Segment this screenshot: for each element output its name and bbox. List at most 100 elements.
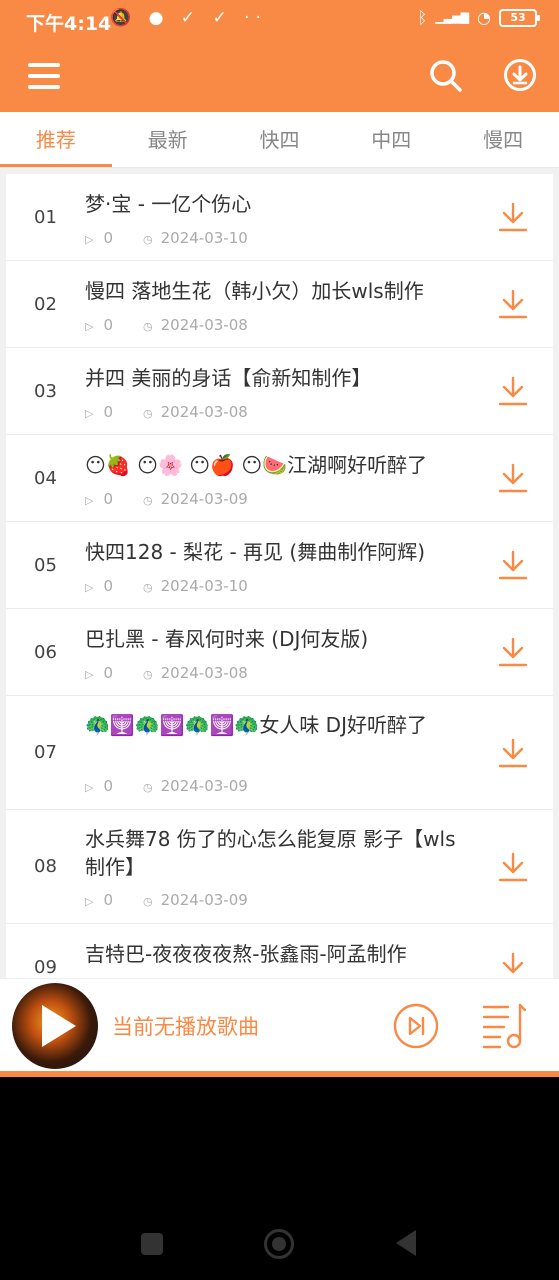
song-title: 吉特巴-夜夜夜夜熬-张鑫雨-阿孟制作 [85, 942, 407, 966]
play-count-icon: ▷ [85, 407, 94, 420]
song-meta: ▷ 0 ◷ 2024-03-08 [85, 316, 248, 334]
play-count-icon: ▷ [85, 494, 94, 507]
album-art[interactable] [12, 983, 98, 1069]
song-title: 并四 美丽的身话【俞新知制作】 [85, 366, 372, 390]
song-date: 2024-03-09 [160, 891, 248, 909]
clock-icon: ◷ [143, 581, 153, 594]
notification-icons: 🔕 ● ✓ ✓ ·· [110, 8, 267, 28]
play-count: 0 [103, 229, 114, 247]
clock-icon: ◷ [143, 233, 153, 246]
play-icon[interactable] [42, 1005, 76, 1047]
song-title: 梦·宝 - 一亿个伤心 [85, 192, 252, 216]
system-icons: ᛒ ▁▃▅▇ ◔ 53 [417, 8, 540, 27]
song-row[interactable]: 07 🦚🕎🦚🕎🦚🕎🦚女人味 DJ好听醉了 ▷ 0 ◷ 2024-03-09 [6, 696, 553, 810]
song-date: 2024-03-09 [160, 777, 248, 795]
menu-icon[interactable] [28, 63, 60, 89]
song-meta: ▷ 0 ◷ 2024-03-10 [85, 229, 248, 247]
back-icon[interactable] [396, 1230, 416, 1256]
song-meta: ▷ 0 ◷ 2024-03-09 [85, 490, 248, 508]
download-icon[interactable] [497, 549, 529, 581]
song-index: 09 [34, 957, 57, 978]
tab-latest[interactable]: 最新 [112, 112, 224, 167]
wifi-icon: ◔ [477, 8, 491, 27]
song-meta: ▷ 0 ◷ 2024-03-08 [85, 403, 248, 421]
mini-player: 当前无播放歌曲 [0, 978, 559, 1071]
song-date: 2024-03-08 [160, 316, 248, 334]
play-count: 0 [103, 316, 114, 334]
download-icon[interactable] [497, 737, 529, 769]
status-time: 下午4:14 [26, 13, 112, 35]
tab-recommended[interactable]: 推荐 [0, 112, 112, 167]
download-icon[interactable] [497, 462, 529, 494]
tab-slow-four[interactable]: 慢四 [447, 112, 559, 167]
skip-next-icon[interactable] [393, 1003, 439, 1049]
song-index: 01 [34, 207, 57, 228]
song-index: 04 [34, 468, 57, 489]
song-meta: ▷ 0 ◷ 2024-03-09 [85, 891, 248, 909]
song-date: 2024-03-10 [160, 577, 248, 595]
song-row[interactable]: 03 并四 美丽的身话【俞新知制作】 ▷ 0 ◷ 2024-03-08 [6, 348, 553, 435]
song-row[interactable]: 09 吉特巴-夜夜夜夜熬-张鑫雨-阿孟制作 [6, 924, 553, 978]
song-index: 08 [34, 856, 57, 877]
song-index: 07 [34, 742, 57, 763]
song-row[interactable]: 08 水兵舞78 伤了的心怎么能复原 影子【wls制作】 ▷ 0 ◷ 2024-03-… [6, 810, 553, 924]
play-count-icon: ▷ [85, 895, 94, 908]
song-meta: ▷ 0 ◷ 2024-03-09 [85, 777, 248, 795]
top-bar: 下午4:14 🔕 ● ✓ ✓ ·· ᛒ ▁▃▅▇ ◔ 53 [0, 0, 559, 112]
clock-icon: ◷ [143, 320, 153, 333]
download-icon[interactable] [497, 201, 529, 233]
play-count-icon: ▷ [85, 233, 94, 246]
player-accent-line [0, 1071, 559, 1077]
status-bar: 下午4:14 🔕 ● ✓ ✓ ·· ᛒ ▁▃▅▇ ◔ 53 [0, 0, 559, 40]
recent-apps-icon[interactable] [141, 1233, 163, 1255]
play-count-icon: ▷ [85, 668, 94, 681]
category-tabs: 推荐 最新 快四 中四 慢四 [0, 112, 559, 168]
song-row[interactable]: 05 快四128 - 梨花 - 再见 (舞曲制作阿辉) ▷ 0 ◷ 2024-03-1… [6, 522, 553, 609]
play-count: 0 [103, 403, 114, 421]
clock-icon: ◷ [143, 407, 153, 420]
download-icon[interactable] [497, 636, 529, 668]
clock-icon: ◷ [143, 895, 153, 908]
song-date: 2024-03-08 [160, 403, 248, 421]
signal-icon: ▁▃▅▇ [435, 11, 470, 24]
song-list-card: 01 梦·宝 - 一亿个伤心 ▷ 0 ◷ 2024-03-10 02 慢四 落地生花（… [6, 174, 553, 978]
battery-icon: 53 [499, 8, 540, 27]
song-row[interactable]: 01 梦·宝 - 一亿个伤心 ▷ 0 ◷ 2024-03-10 [6, 174, 553, 261]
song-list[interactable]: 01 梦·宝 - 一亿个伤心 ▷ 0 ◷ 2024-03-10 02 慢四 落地生花（… [0, 168, 559, 978]
play-count: 0 [103, 664, 114, 682]
song-date: 2024-03-08 [160, 664, 248, 682]
song-index: 02 [34, 294, 57, 315]
clock-icon: ◷ [143, 494, 153, 507]
song-date: 2024-03-09 [160, 490, 248, 508]
download-icon[interactable] [497, 951, 529, 978]
home-icon[interactable] [264, 1229, 294, 1259]
play-count-icon: ▷ [85, 320, 94, 333]
song-title: 😶🍓 😶🌸 😶🍎 😶🍉江湖啊好听醉了 [85, 453, 428, 477]
play-count-icon: ▷ [85, 781, 94, 794]
play-count: 0 [103, 891, 114, 909]
song-meta: ▷ 0 ◷ 2024-03-10 [85, 577, 248, 595]
song-index: 03 [34, 381, 57, 402]
song-title: 慢四 落地生花（韩小欠）加长wls制作 [85, 279, 424, 303]
song-title: 🦚🕎🦚🕎🦚🕎🦚女人味 DJ好听醉了 [85, 713, 427, 737]
song-title: 巴扎黑 - 春风何时来 (DJ何友版) [85, 627, 369, 651]
download-icon[interactable] [497, 375, 529, 407]
tab-fast-four[interactable]: 快四 [224, 112, 336, 167]
tab-medium-four[interactable]: 中四 [335, 112, 447, 167]
play-count-icon: ▷ [85, 581, 94, 594]
playlist-icon[interactable] [482, 1001, 526, 1051]
bluetooth-icon: ᛒ [417, 8, 428, 27]
download-icon[interactable] [497, 288, 529, 320]
song-row[interactable]: 06 巴扎黑 - 春风何时来 (DJ何友版) ▷ 0 ◷ 2024-03-08 [6, 609, 553, 696]
android-nav-bar [0, 1200, 559, 1280]
download-icon[interactable] [497, 851, 529, 883]
clock-icon: ◷ [143, 781, 153, 794]
play-count: 0 [103, 490, 114, 508]
song-row[interactable]: 04 😶🍓 😶🌸 😶🍎 😶🍉江湖啊好听醉了 ▷ 0 ◷ 2024-03-09 [6, 435, 553, 522]
song-row[interactable]: 02 慢四 落地生花（韩小欠）加长wls制作 ▷ 0 ◷ 2024-03-08 [6, 261, 553, 348]
download-circle-icon[interactable] [503, 58, 537, 92]
song-index: 05 [34, 555, 57, 576]
song-meta: ▷ 0 ◷ 2024-03-08 [85, 664, 248, 682]
now-playing-text: 当前无播放歌曲 [112, 1015, 259, 1039]
search-icon[interactable] [428, 58, 464, 94]
